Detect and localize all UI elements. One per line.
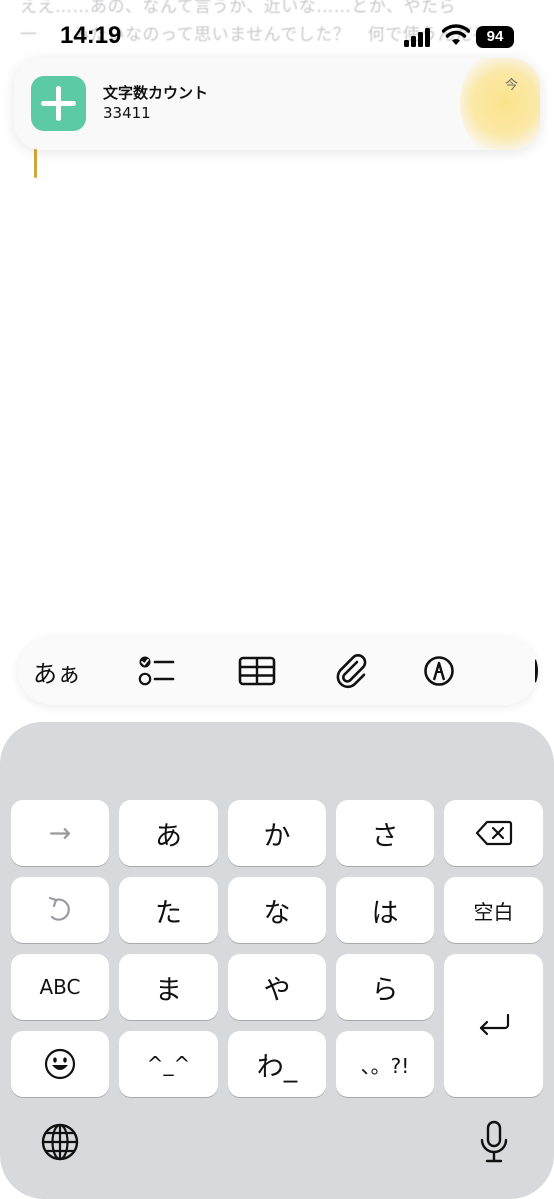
checklist-icon [138,656,175,686]
key-label: な [263,897,291,929]
plus-icon [31,76,86,131]
key-label: 、。?! [360,1053,410,1078]
microphone-icon [480,1120,508,1163]
globe-button[interactable] [38,1120,82,1164]
cellular-signal-icon [404,27,434,47]
key-ha[interactable]: は [336,877,434,943]
key-label: ^_^ [146,1052,191,1076]
japanese-kana-keyboard: → あ か さ た な は 空白 ABC ま や ら ^_^ わ_ 、。?! [0,722,554,1199]
text-format-button[interactable]: あぁ [26,637,88,705]
notification-body: 33411 [103,104,151,122]
emoji-key[interactable] [11,1031,109,1097]
status-time: 14:19 [60,22,122,49]
globe-icon [41,1123,79,1161]
notification-banner[interactable]: 文字数カウント 33411 今 [14,58,540,150]
key-label: さ [371,820,399,852]
delete-icon [475,820,512,846]
return-key[interactable] [444,954,543,1097]
key-a[interactable]: あ [119,800,218,866]
undo-icon [48,896,70,921]
table-icon [238,656,276,686]
abc-key[interactable]: ABC [11,954,109,1020]
key-label: や [263,974,291,1006]
key-sa[interactable]: さ [336,800,434,866]
table-button[interactable] [226,637,288,705]
next-char-key[interactable]: → [11,800,109,866]
key-label: ま [155,974,182,1006]
key-label: か [263,820,291,852]
status-bar: 14:19 94 [0,0,554,60]
notification-title: 文字数カウント [103,84,209,102]
key-ra[interactable]: ら [336,954,434,1020]
markup-icon [424,656,454,686]
delete-key[interactable] [444,800,543,866]
undo-key[interactable] [11,877,109,943]
kaomoji-key[interactable]: ^_^ [119,1031,218,1097]
notification-glow [460,58,540,150]
key-ka[interactable]: か [228,800,326,866]
paperclip-icon [336,654,367,689]
text-cursor [34,146,37,178]
markup-button[interactable] [408,637,470,705]
key-label: ら [371,974,399,1006]
notes-screen: ええ……あの、なんて言うか、近いな……とか、やたら 一 みたいなのって思いません… [0,0,554,1199]
key-label: あ [155,820,182,852]
punctuation-key[interactable]: 、。?! [336,1031,434,1097]
wifi-icon [442,24,470,45]
dictation-button[interactable] [474,1118,514,1166]
abc-key-label: ABC [39,975,81,999]
notification-time: 今 [504,78,518,93]
battery-indicator: 94 [476,26,514,48]
right-arrow-icon: → [48,817,72,849]
attachment-button[interactable] [321,637,383,705]
key-wa[interactable]: わ_ [228,1031,326,1097]
key-ta[interactable]: た [119,877,218,943]
space-key-label: 空白 [473,899,514,924]
text-format-label: あぁ [33,659,81,688]
space-key[interactable]: 空白 [444,877,543,943]
more-tools-button[interactable] [498,637,538,705]
return-icon [479,1013,509,1035]
more-icon [535,659,538,683]
format-toolbar: あぁ [18,637,538,705]
key-na[interactable]: な [228,877,326,943]
checklist-button[interactable] [126,637,188,705]
key-ma[interactable]: ま [119,954,218,1020]
emoji-icon [44,1048,76,1080]
key-ya[interactable]: や [228,954,326,1020]
key-label: は [371,897,399,929]
key-label: た [155,897,182,929]
key-label: わ_ [256,1051,298,1083]
